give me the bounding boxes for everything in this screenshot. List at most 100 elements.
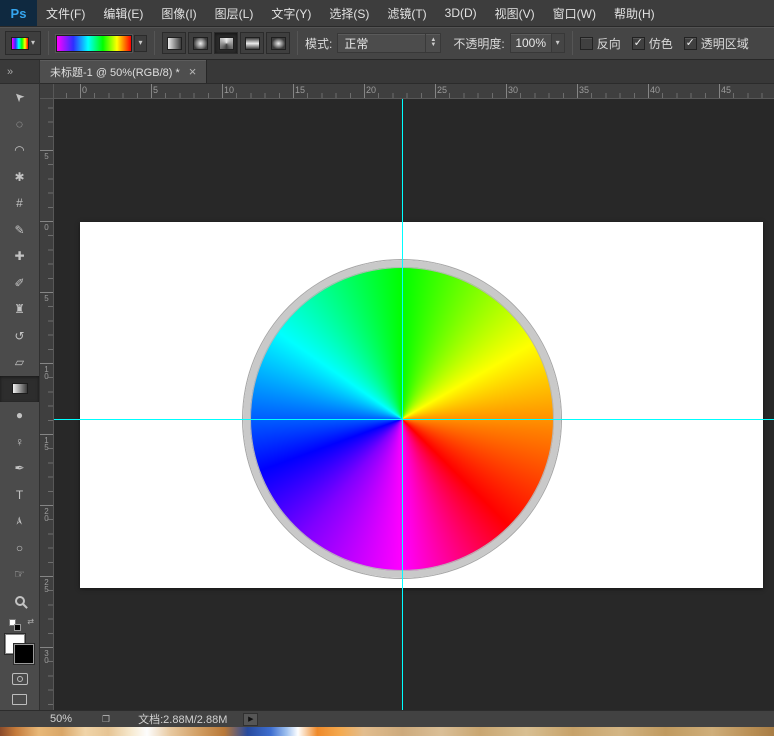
menu-3d[interactable]: 3D(D): [436, 0, 486, 26]
eraser-tool[interactable]: ▱: [0, 349, 39, 376]
canvas-area[interactable]: [54, 99, 774, 710]
separator: [297, 31, 298, 55]
swap-colors-icon[interactable]: ⇄: [27, 617, 34, 626]
horizontal-guide[interactable]: [54, 419, 774, 420]
brush-tool[interactable]: ✐: [0, 270, 39, 297]
angle-gradient-button[interactable]: [214, 32, 238, 54]
reverse-checkbox[interactable]: ✓反向: [580, 35, 621, 52]
opacity-value: 100%: [515, 36, 546, 50]
move-arrow-icon: ➤: [12, 89, 28, 105]
checkbox-label: 反向: [597, 35, 621, 52]
move-tool[interactable]: ➤: [0, 84, 39, 111]
history-brush-tool[interactable]: ↺: [0, 323, 39, 350]
menu-window[interactable]: 窗口(W): [544, 0, 605, 26]
zoom-level-field[interactable]: 50%: [50, 713, 72, 725]
quick-mask-button[interactable]: [0, 668, 39, 689]
menu-help[interactable]: 帮助(H): [605, 0, 664, 26]
screen-mode-button[interactable]: [0, 689, 39, 710]
ellipse-tool[interactable]: ○: [0, 535, 39, 562]
reflected-gradient-button[interactable]: [240, 32, 264, 54]
elliptical-marquee-tool[interactable]: ◌: [0, 111, 39, 138]
blur-tool[interactable]: ●: [0, 402, 39, 429]
menu-image[interactable]: 图像(I): [152, 0, 205, 26]
chevron-down-icon: ▾: [138, 39, 142, 47]
vertical-ruler[interactable]: 5051015202530: [40, 99, 54, 710]
diamond-gradient-button[interactable]: [266, 32, 290, 54]
selection-arrow-icon: ➢: [14, 516, 26, 526]
dither-checkbox[interactable]: ✓仿色: [632, 35, 673, 52]
ruler-label: 20: [366, 85, 376, 95]
menu-filter[interactable]: 滤镜(T): [378, 0, 435, 26]
quick-selection-tool[interactable]: ✱: [0, 164, 39, 191]
vertical-guide[interactable]: [402, 99, 403, 710]
gradient-thumbnail-icon: [11, 37, 29, 50]
menu-layer[interactable]: 图层(L): [206, 0, 263, 26]
clone-stamp-tool[interactable]: ♜: [0, 296, 39, 323]
ruler-label: 20: [42, 507, 51, 521]
dashed-ellipse-icon: ◌: [16, 118, 23, 130]
tool-preset-picker[interactable]: ▾: [5, 31, 41, 55]
collapse-panel-button[interactable]: »: [0, 60, 39, 84]
tab-title: 未标题-1 @ 50%(RGB/8) *: [50, 64, 180, 80]
gradient-preview-button[interactable]: [56, 35, 132, 52]
horizontal-ruler[interactable]: 051015202530354045: [54, 84, 774, 99]
ruler-label: 35: [579, 85, 589, 95]
gradient-tool[interactable]: [0, 376, 39, 403]
default-colors-widget[interactable]: ⇄: [0, 616, 39, 632]
status-bar: 50% ❐ 文档:2.88M/2.88M ▶: [0, 710, 774, 727]
dodge-tool[interactable]: ♀: [0, 429, 39, 456]
menu-type[interactable]: 文字(Y): [262, 0, 320, 26]
type-tool[interactable]: T: [0, 482, 39, 509]
menu-select[interactable]: 选择(S): [320, 0, 378, 26]
blend-mode-select[interactable]: 正常 ▲▼: [337, 33, 441, 53]
tools-panel: » ➤ ◌ ◠✱ # ✎ ✚ ✐ ♜ ↺▱ ● ♀✒ T ➢ ○☞ ⇄: [0, 60, 40, 710]
bandage-icon: ✚: [14, 250, 24, 262]
eyedropper-tool[interactable]: ✎: [0, 217, 39, 244]
separator: [48, 31, 49, 55]
type-icon: T: [16, 489, 23, 501]
opacity-dropdown-button[interactable]: ▾: [552, 33, 565, 53]
ruler-label: 5: [42, 152, 51, 159]
healing-brush-tool[interactable]: ✚: [0, 243, 39, 270]
ruler-label: 30: [42, 649, 51, 663]
path-selection-tool[interactable]: ➢: [0, 508, 39, 535]
crop-tool[interactable]: #: [0, 190, 39, 217]
chevron-down-icon: ▾: [31, 39, 35, 47]
stamp-icon: ♜: [14, 303, 25, 315]
document-canvas[interactable]: [80, 222, 763, 588]
triangle-right-icon: ▶: [248, 716, 253, 723]
gradient-type-buttons: [162, 32, 290, 54]
opacity-field[interactable]: 100%: [510, 33, 552, 53]
ruler-label: 15: [295, 85, 305, 95]
brush-icon: ✐: [14, 277, 24, 289]
checkbox-icon: ✓: [632, 37, 645, 50]
menu-edit[interactable]: 编辑(E): [94, 0, 152, 26]
hand-tool[interactable]: ☞: [0, 561, 39, 588]
menu-view[interactable]: 视图(V): [486, 0, 544, 26]
status-expand-button[interactable]: ▶: [243, 713, 258, 726]
ruler-label: 25: [42, 578, 51, 592]
background-color-swatch[interactable]: [14, 644, 34, 664]
ruler-label: 5: [42, 294, 51, 301]
gradient-picker-arrow-button[interactable]: ▾: [134, 35, 147, 52]
double-arrow-icon: »: [7, 66, 12, 78]
crop-icon: #: [16, 197, 23, 209]
transparency-checkbox[interactable]: ✓透明区域: [684, 35, 749, 52]
lasso-tool[interactable]: ◠: [0, 137, 39, 164]
ruler-label: 40: [650, 85, 660, 95]
zoom-tool[interactable]: [0, 588, 39, 615]
pen-tool[interactable]: ✒: [0, 455, 39, 482]
document-tab[interactable]: 未标题-1 @ 50%(RGB/8) * ×: [40, 60, 207, 83]
close-icon[interactable]: ×: [189, 66, 197, 78]
reflected-gradient-icon: [245, 37, 260, 50]
menu-file[interactable]: 文件(F): [37, 0, 94, 26]
menu-items: 文件(F)编辑(E)图像(I)图层(L)文字(Y)选择(S)滤镜(T)3D(D)…: [37, 0, 664, 26]
options-bar: ▾ ▾ 模式: 正常 ▲▼ 不透明度: 100% ▾ ✓反向✓仿色✓透明区域: [0, 27, 774, 60]
linear-gradient-button[interactable]: [162, 32, 186, 54]
ruler-label: 10: [42, 365, 51, 379]
arrow-down-icon: ▼: [430, 43, 436, 48]
radial-gradient-button[interactable]: [188, 32, 212, 54]
screen-mode-icon: [12, 694, 27, 705]
ruler-label: 10: [224, 85, 234, 95]
droplet-icon: ●: [16, 409, 23, 421]
